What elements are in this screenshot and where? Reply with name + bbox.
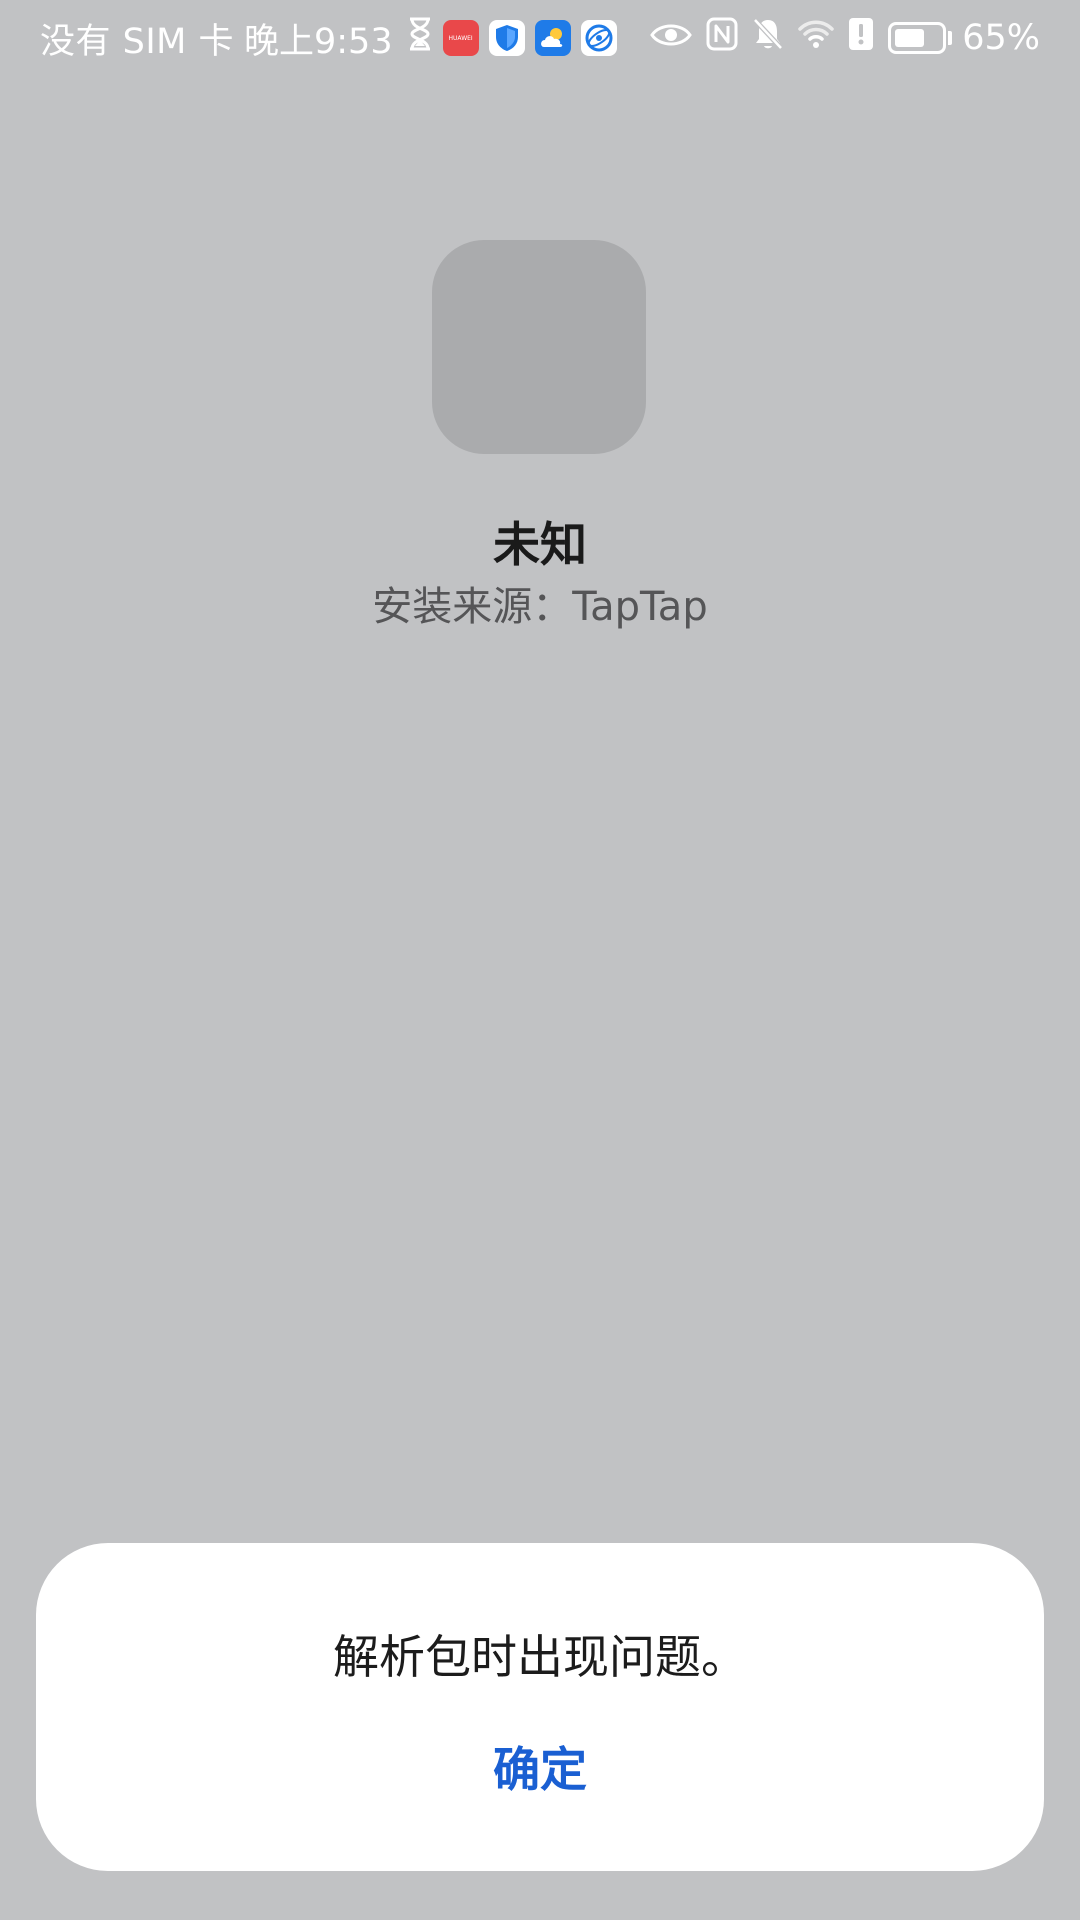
battery-icon: 65% bbox=[888, 18, 1040, 58]
time-text: 晚上9:53 bbox=[244, 21, 393, 62]
install-source: 安装来源：TapTap bbox=[372, 584, 708, 630]
browser-icon bbox=[580, 20, 617, 56]
dialog-message: 解析包时出现问题。 bbox=[333, 1630, 747, 1684]
nfc-icon bbox=[706, 17, 738, 60]
shield-icon bbox=[488, 20, 525, 56]
confirm-button[interactable]: 确定 bbox=[440, 1731, 640, 1811]
battery-body bbox=[888, 22, 947, 54]
battery-cap bbox=[948, 31, 953, 45]
huawei-label: HUAWEI bbox=[448, 34, 473, 42]
alert-icon bbox=[848, 17, 874, 60]
carrier-text: 没有 SIM 卡 bbox=[40, 21, 234, 62]
status-bar: 没有 SIM 卡 晚上9:53 HUAWEI 65% bbox=[0, 0, 1080, 76]
hourglass-icon bbox=[407, 16, 433, 61]
wifi-icon bbox=[798, 18, 834, 58]
eye-icon bbox=[650, 18, 693, 58]
status-bar-right: 65% bbox=[636, 17, 1040, 60]
app-placeholder-icon bbox=[432, 240, 646, 454]
battery-fill bbox=[895, 29, 925, 47]
bell-muted-icon bbox=[752, 17, 784, 60]
weather-icon bbox=[534, 20, 571, 56]
error-dialog: 解析包时出现问题。 确定 bbox=[36, 1543, 1044, 1871]
huawei-appgallery-icon: HUAWEI bbox=[442, 20, 479, 56]
status-bar-left: 没有 SIM 卡 晚上9:53 HUAWEI bbox=[40, 13, 627, 64]
app-name: 未知 bbox=[493, 518, 587, 573]
battery-percent: 65% bbox=[962, 18, 1040, 58]
